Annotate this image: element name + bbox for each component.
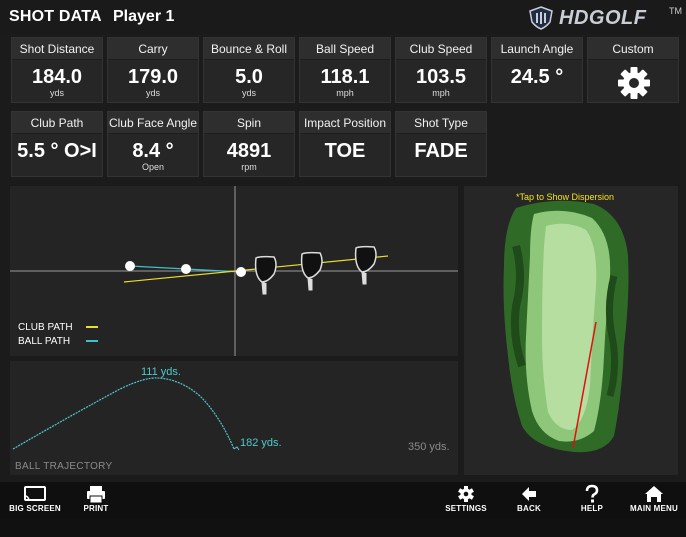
trajectory-curve <box>12 377 235 450</box>
apex-distance-label: 111 yds. <box>141 366 181 378</box>
club-head-icon <box>300 251 323 291</box>
stat-tile-impact-position: Impact Position TOE <box>299 111 391 177</box>
help-icon <box>585 484 599 503</box>
hd-shield-icon <box>529 6 553 30</box>
custom-settings-button[interactable]: Custom <box>587 37 679 103</box>
stat-label: Club Path <box>12 112 102 134</box>
stat-unit: Open <box>141 162 165 172</box>
legend-label: CLUB PATH <box>18 321 73 333</box>
player-name: Player 1 <box>113 8 175 25</box>
stat-label: Bounce & Roll <box>204 38 294 60</box>
roll-segment <box>233 446 240 451</box>
stat-value: TOE <box>324 140 366 162</box>
club-head-icon <box>254 255 277 295</box>
brand-name: HDGOLF <box>559 7 647 29</box>
legend-item-club-path: CLUB PATH <box>18 320 98 334</box>
stat-label: Impact Position <box>300 112 390 134</box>
printer-icon <box>87 486 105 504</box>
stat-label: Ball Speed <box>300 38 390 60</box>
gear-icon <box>618 67 650 99</box>
settings-button[interactable]: SETTINGS <box>440 482 492 518</box>
stat-value: 103.5 <box>415 66 467 88</box>
club-path-panel: CLUB PATH BALL PATH <box>10 186 458 356</box>
stat-tile-shot-type: Shot Type FADE <box>395 111 487 177</box>
stat-value: 24.5 ° <box>510 66 564 88</box>
stat-tile-bounce-roll: Bounce & Roll 5.0 yds <box>203 37 295 103</box>
stat-value: 5.5 ° O>I <box>17 140 97 162</box>
legend-item-ball-path: BALL PATH <box>18 334 98 348</box>
back-button[interactable]: BACK <box>506 482 552 518</box>
stat-value: 8.4 ° <box>132 140 174 162</box>
stat-tile-launch-angle: Launch Angle 24.5 ° <box>491 37 583 103</box>
stat-unit: mph <box>336 88 354 98</box>
stat-unit: yds <box>49 88 64 98</box>
stat-value: 184.0 <box>31 66 83 88</box>
bottom-toolbar: BIG SCREEN PRINT SETTINGS BACK HELP MAIN… <box>0 482 686 518</box>
stat-tile-spin: Spin 4891 rpm <box>203 111 295 177</box>
stat-unit: yds <box>241 88 256 98</box>
hole-map-panel[interactable]: *Tap to Show Dispersion <box>464 186 678 475</box>
stat-label: Shot Distance <box>12 38 102 60</box>
settings-label: SETTINGS <box>445 504 487 513</box>
legend-swatch <box>86 340 98 342</box>
stat-label: Custom <box>588 38 678 60</box>
ball-position-marker <box>181 264 191 274</box>
stat-label: Launch Angle <box>492 38 582 60</box>
ball-position-marker <box>236 267 246 277</box>
print-label: PRINT <box>83 504 109 513</box>
gear-icon <box>458 486 474 502</box>
stat-tile-carry: Carry 179.0 yds <box>107 37 199 103</box>
stat-value: 4891 <box>226 140 272 162</box>
stat-unit: rpm <box>241 162 257 172</box>
stat-tile-shot-distance: Shot Distance 184.0 yds <box>11 37 103 103</box>
stat-tile-club-face-angle: Club Face Angle 8.4 ° Open <box>107 111 199 177</box>
stat-value: 5.0 <box>235 66 263 88</box>
landing-distance-label: 182 yds. <box>240 437 282 449</box>
stat-unit: mph <box>432 88 450 98</box>
stat-label: Club Speed <box>396 38 486 60</box>
print-button[interactable]: PRINT <box>72 482 120 518</box>
header-bar: SHOT DATA Player 1 HDGOLF TM <box>0 0 686 34</box>
stat-value: 118.1 <box>320 66 370 88</box>
stat-tile-club-speed: Club Speed 103.5 mph <box>395 37 487 103</box>
main-menu-label: MAIN MENU <box>629 504 679 513</box>
trajectory-panel-title: BALL TRAJECTORY <box>15 461 113 472</box>
trajectory-curve-plot <box>12 377 240 451</box>
path-legend: CLUB PATH BALL PATH <box>18 320 98 348</box>
ball-trajectory-panel: 111 yds. 182 yds. 350 yds. BALL TRAJECTO… <box>10 361 458 475</box>
stat-tile-ball-speed: Ball Speed 118.1 mph <box>299 37 391 103</box>
main-menu-button[interactable]: MAIN MENU <box>626 482 682 518</box>
hole-map <box>503 200 629 453</box>
help-button[interactable]: HELP <box>570 482 614 518</box>
stat-value: 179.0 <box>127 66 179 88</box>
stat-label: Club Face Angle <box>108 112 198 134</box>
stat-label: Shot Type <box>396 112 486 134</box>
legend-label: BALL PATH <box>18 335 71 347</box>
scale-distance-label: 350 yds. <box>408 441 450 453</box>
club-head-icon <box>354 245 377 285</box>
stat-tile-club-path: Club Path 5.5 ° O>I <box>11 111 103 177</box>
home-icon <box>645 486 663 502</box>
cast-screen-icon <box>24 486 46 501</box>
big-screen-button[interactable]: BIG SCREEN <box>8 482 62 518</box>
tree-line <box>605 275 619 397</box>
stat-label: Carry <box>108 38 198 60</box>
trademark: TM <box>669 6 682 16</box>
help-label: HELP <box>580 504 604 513</box>
ball-position-marker <box>125 261 135 271</box>
brand-logo: HDGOLF TM <box>528 6 682 30</box>
stat-label: Spin <box>204 112 294 134</box>
legend-swatch <box>86 326 98 328</box>
bottom-edge-strip <box>0 518 686 537</box>
stat-unit: yds <box>145 88 160 98</box>
stat-value: FADE <box>414 140 468 162</box>
back-arrow-icon <box>522 487 536 501</box>
page-title: SHOT DATA <box>9 8 102 25</box>
back-label: BACK <box>517 504 541 513</box>
big-screen-label: BIG SCREEN <box>9 504 61 513</box>
